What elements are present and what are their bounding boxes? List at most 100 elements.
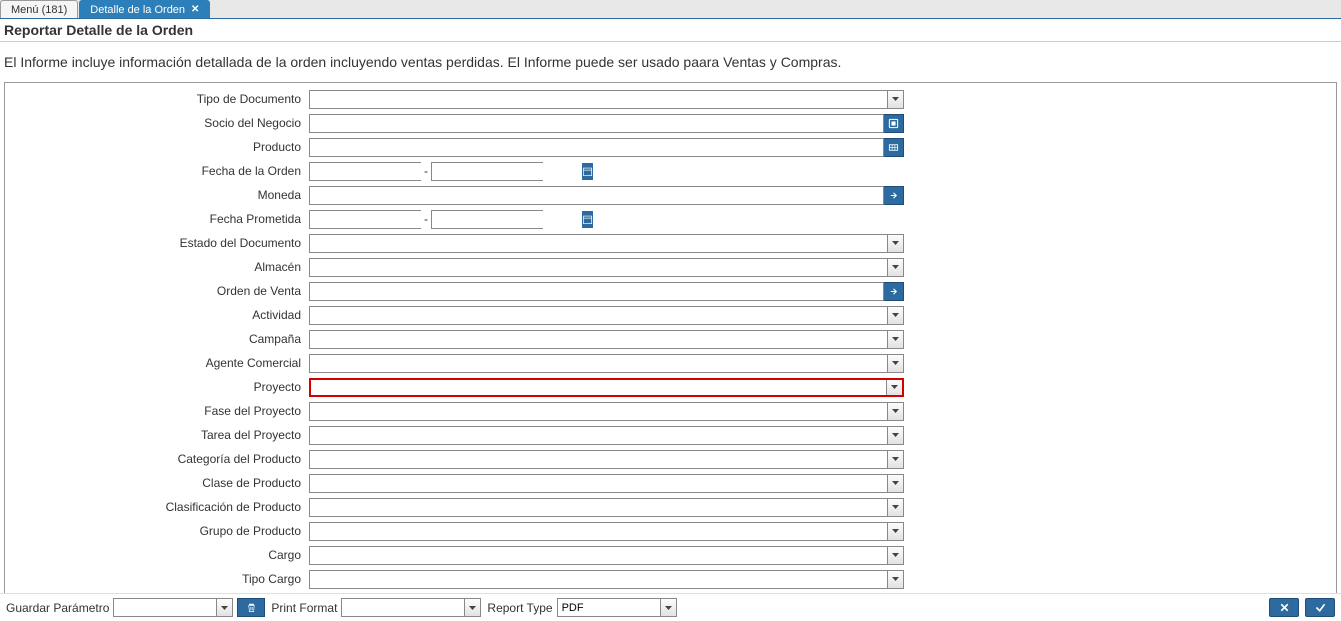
tab-strip: Menú (181) Detalle de la Orden ✕ <box>0 0 1341 19</box>
chevron-down-icon[interactable] <box>887 571 903 588</box>
agente-comercial-combo[interactable] <box>309 354 904 373</box>
label-almacen: Almacén <box>13 260 309 274</box>
actividad-combo[interactable] <box>309 306 904 325</box>
chevron-down-icon[interactable] <box>887 355 903 372</box>
clasificacion-producto-combo[interactable] <box>309 498 904 517</box>
agente-comercial-input[interactable] <box>310 355 887 372</box>
label-campana: Campaña <box>13 332 309 346</box>
fase-proyecto-input[interactable] <box>310 403 887 420</box>
proyecto-input[interactable] <box>311 380 886 395</box>
print-format-input[interactable] <box>342 599 464 616</box>
date-separator: - <box>421 212 431 226</box>
producto-combo[interactable] <box>309 138 884 157</box>
tipo-documento-combo[interactable] <box>309 90 904 109</box>
chevron-down-icon[interactable] <box>887 427 903 444</box>
page-description: El Informe incluye información detallada… <box>0 42 1341 82</box>
delete-button[interactable] <box>237 598 265 617</box>
chevron-down-icon[interactable] <box>464 599 480 616</box>
bottom-toolbar: Guardar Parámetro Print Format Report Ty… <box>0 593 1341 621</box>
orden-venta-combo[interactable] <box>309 282 884 301</box>
arrow-right-icon[interactable] <box>884 186 904 205</box>
tab-label: Menú (181) <box>11 4 67 16</box>
actividad-input[interactable] <box>310 307 887 324</box>
clase-producto-input[interactable] <box>310 475 887 492</box>
label-clase-producto: Clase de Producto <box>13 476 309 490</box>
report-type-combo[interactable] <box>557 598 677 617</box>
clase-producto-combo[interactable] <box>309 474 904 493</box>
estado-documento-input[interactable] <box>310 235 887 252</box>
chevron-down-icon[interactable] <box>887 259 903 276</box>
calendar-icon[interactable] <box>582 163 593 180</box>
report-type-input[interactable] <box>558 599 660 616</box>
tipo-cargo-combo[interactable] <box>309 570 904 589</box>
arrow-right-icon[interactable] <box>884 282 904 301</box>
orden-venta-input[interactable] <box>310 283 883 300</box>
chevron-down-icon[interactable] <box>886 380 902 395</box>
chevron-down-icon[interactable] <box>887 547 903 564</box>
chevron-down-icon[interactable] <box>887 523 903 540</box>
print-format-combo[interactable] <box>341 598 481 617</box>
fecha-orden-to-input[interactable] <box>432 163 582 180</box>
page-title: Reportar Detalle de la Orden <box>0 19 1341 42</box>
tarea-proyecto-combo[interactable] <box>309 426 904 445</box>
categoria-producto-combo[interactable] <box>309 450 904 469</box>
fecha-prometida-from[interactable] <box>309 210 421 229</box>
moneda-input[interactable] <box>310 187 883 204</box>
guardar-parametro-input[interactable] <box>114 599 216 616</box>
categoria-producto-input[interactable] <box>310 451 887 468</box>
chevron-down-icon[interactable] <box>887 331 903 348</box>
grupo-producto-combo[interactable] <box>309 522 904 541</box>
fecha-prometida-to-input[interactable] <box>432 211 582 228</box>
guardar-parametro-combo[interactable] <box>113 598 233 617</box>
product-lookup-icon[interactable] <box>884 138 904 157</box>
ok-button[interactable] <box>1305 598 1335 617</box>
label-grupo-producto: Grupo de Producto <box>13 524 309 538</box>
almacen-combo[interactable] <box>309 258 904 277</box>
chevron-down-icon[interactable] <box>660 599 676 616</box>
label-moneda: Moneda <box>13 188 309 202</box>
label-tipo-documento: Tipo de Documento <box>13 92 309 106</box>
estado-documento-combo[interactable] <box>309 234 904 253</box>
chevron-down-icon[interactable] <box>887 235 903 252</box>
socio-negocio-combo[interactable] <box>309 114 884 133</box>
label-estado-documento: Estado del Documento <box>13 236 309 250</box>
producto-input[interactable] <box>310 139 883 156</box>
cargo-combo[interactable] <box>309 546 904 565</box>
label-guardar-parametro: Guardar Parámetro <box>6 601 109 615</box>
chevron-down-icon[interactable] <box>216 599 232 616</box>
cargo-input[interactable] <box>310 547 887 564</box>
proyecto-combo[interactable] <box>309 378 904 397</box>
chevron-down-icon[interactable] <box>887 307 903 324</box>
campana-input[interactable] <box>310 331 887 348</box>
chevron-down-icon[interactable] <box>887 403 903 420</box>
tipo-cargo-input[interactable] <box>310 571 887 588</box>
chevron-down-icon[interactable] <box>887 475 903 492</box>
moneda-combo[interactable] <box>309 186 884 205</box>
label-cargo: Cargo <box>13 548 309 562</box>
tab-detalle-orden[interactable]: Detalle de la Orden ✕ <box>79 0 210 18</box>
bp-lookup-icon[interactable] <box>884 114 904 133</box>
calendar-icon[interactable] <box>582 211 593 228</box>
chevron-down-icon[interactable] <box>887 499 903 516</box>
chevron-down-icon[interactable] <box>887 91 903 108</box>
label-tipo-cargo: Tipo Cargo <box>13 572 309 586</box>
fase-proyecto-combo[interactable] <box>309 402 904 421</box>
campana-combo[interactable] <box>309 330 904 349</box>
fecha-orden-to[interactable] <box>431 162 543 181</box>
tipo-documento-input[interactable] <box>310 91 887 108</box>
almacen-input[interactable] <box>310 259 887 276</box>
tarea-proyecto-input[interactable] <box>310 427 887 444</box>
grupo-producto-input[interactable] <box>310 523 887 540</box>
cancel-button[interactable] <box>1269 598 1299 617</box>
label-agente-comercial: Agente Comercial <box>13 356 309 370</box>
tab-menu[interactable]: Menú (181) <box>0 0 78 18</box>
fecha-orden-from[interactable] <box>309 162 421 181</box>
label-producto: Producto <box>13 140 309 154</box>
chevron-down-icon[interactable] <box>887 451 903 468</box>
socio-negocio-input[interactable] <box>310 115 883 132</box>
label-socio-negocio: Socio del Negocio <box>13 116 309 130</box>
fecha-prometida-to[interactable] <box>431 210 543 229</box>
label-print-format: Print Format <box>271 601 337 615</box>
close-icon[interactable]: ✕ <box>191 4 199 15</box>
clasificacion-producto-input[interactable] <box>310 499 887 516</box>
